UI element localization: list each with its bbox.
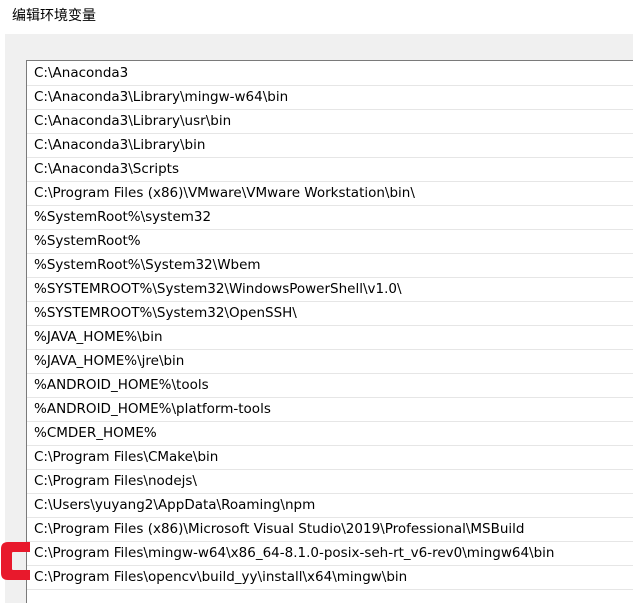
path-list-item[interactable]: %ANDROID_HOME%\tools xyxy=(27,374,633,398)
path-list-item[interactable]: %SystemRoot%\system32 xyxy=(27,206,633,230)
dialog-body: C:\Anaconda3 C:\Anaconda3\Library\mingw-w… xyxy=(5,34,633,603)
path-list-item[interactable]: %SystemRoot%\System32\Wbem xyxy=(27,254,633,278)
path-list[interactable]: C:\Anaconda3 C:\Anaconda3\Library\mingw-w… xyxy=(26,60,633,603)
path-list-item[interactable]: C:\Program Files (x86)\Microsoft Visual … xyxy=(27,518,633,542)
path-list-item[interactable]: C:\Users\yuyang2\AppData\Roaming\npm xyxy=(27,494,633,518)
path-list-item[interactable]: %JAVA_HOME%\bin xyxy=(27,326,633,350)
path-list-item[interactable]: C:\Anaconda3\Library\usr\bin xyxy=(27,110,633,134)
title-bar[interactable]: 编辑环境变量 xyxy=(0,0,633,34)
path-list-item[interactable]: C:\Program Files\mingw-w64\x86_64-8.1.0-… xyxy=(27,542,633,566)
path-list-item[interactable]: %SYSTEMROOT%\System32\WindowsPowerShell\… xyxy=(27,278,633,302)
red-highlight-marker-icon xyxy=(1,542,30,580)
path-list-item[interactable]: %SystemRoot% xyxy=(27,230,633,254)
path-list-item[interactable]: C:\Anaconda3 xyxy=(27,62,633,86)
path-list-item[interactable]: C:\Anaconda3\Library\bin xyxy=(27,134,633,158)
path-list-item[interactable]: C:\Program Files\nodejs\ xyxy=(27,470,633,494)
path-list-item[interactable]: %ANDROID_HOME%\platform-tools xyxy=(27,398,633,422)
window-title: 编辑环境变量 xyxy=(12,8,96,24)
path-list-item[interactable]: C:\Anaconda3\Scripts xyxy=(27,158,633,182)
path-list-item[interactable]: C:\Program Files\opencv\build_yy\install… xyxy=(27,566,633,590)
path-list-item[interactable]: %SYSTEMROOT%\System32\OpenSSH\ xyxy=(27,302,633,326)
path-list-item[interactable]: C:\Program Files\CMake\bin xyxy=(27,446,633,470)
path-list-item[interactable]: C:\Anaconda3\Library\mingw-w64\bin xyxy=(27,86,633,110)
path-list-item[interactable]: C:\Program Files (x86)\VMware\VMware Wor… xyxy=(27,182,633,206)
path-list-item[interactable]: %JAVA_HOME%\jre\bin xyxy=(27,350,633,374)
path-list-item[interactable]: %CMDER_HOME% xyxy=(27,422,633,446)
edit-environment-variable-window: 编辑环境变量 C:\Anaconda3 C:\Anaconda3\Library\… xyxy=(0,0,633,603)
